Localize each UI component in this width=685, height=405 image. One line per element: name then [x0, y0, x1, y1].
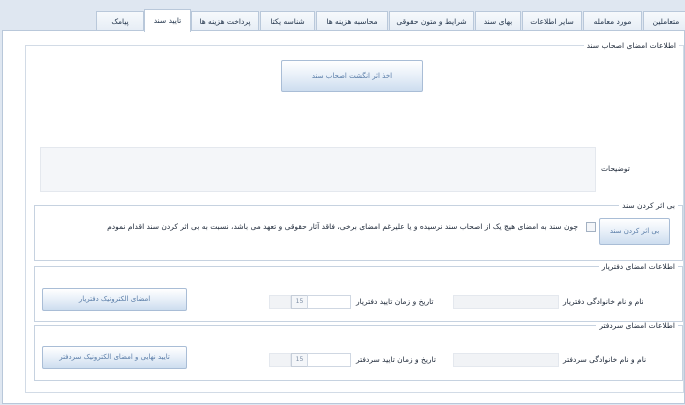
notary-final-sign-button[interactable]: تایید نهایی و امضای الکترونیک سردفتر — [42, 346, 187, 369]
notary-name-field — [453, 353, 559, 367]
tab-deed-approval[interactable]: تایید سند — [144, 9, 191, 32]
tab-other-info[interactable]: سایر اطلاعات — [522, 11, 582, 31]
notary-name-label: نام و نام خانوادگی سردفتر — [563, 355, 647, 364]
notary-calendar-icon[interactable]: 15 — [291, 353, 308, 367]
tab-transaction-subject[interactable]: مورد معامله — [583, 11, 642, 31]
notary-date-label: تاریخ و زمان تایید سردفتر — [356, 355, 436, 364]
registrar-date-label: تاریخ و زمان تایید دفتریار — [356, 297, 434, 306]
registrar-name-field — [453, 295, 559, 309]
notary-time-field[interactable] — [269, 353, 291, 367]
tab-cost-payment[interactable]: پرداخت هزینه ها — [191, 11, 259, 31]
registrar-time-field[interactable] — [269, 295, 291, 309]
tab-parties[interactable]: متعاملین — [643, 11, 685, 31]
tab-legal-terms[interactable]: شرایط و متون حقوقی — [389, 11, 474, 31]
registrar-date-field[interactable] — [307, 295, 351, 309]
registrar-calendar-icon[interactable]: 15 — [291, 295, 308, 309]
void-deed-legend: بی اثر کردن سند — [622, 201, 675, 210]
tab-deed-price[interactable]: بهای سند — [475, 11, 521, 31]
registrar-signature-legend: اطلاعات امضای دفتریار — [601, 262, 675, 271]
approval-panel: اطلاعات امضای اصحاب سند اخذ اثر انگشت اص… — [2, 30, 685, 404]
void-confirm-checkbox[interactable] — [586, 222, 596, 232]
notary-date-field[interactable] — [307, 353, 351, 367]
tab-sms[interactable]: پیامک — [96, 11, 144, 31]
parties-signature-legend: اطلاعات امضای اصحاب سند — [586, 41, 676, 50]
tab-unique-id[interactable]: شناسه یکتا — [260, 11, 315, 31]
registrar-e-sign-button[interactable]: امضای الکترونیک دفتریار — [42, 288, 187, 311]
notary-signature-legend: اطلاعات امضای سردفتر — [599, 321, 675, 330]
tab-bar: متعاملین مورد معامله سایر اطلاعات بهای س… — [0, 9, 685, 32]
description-label: توضیحات — [601, 164, 630, 173]
registrar-name-label: نام و نام خانوادگی دفتریار — [563, 297, 644, 306]
tab-cost-calculation[interactable]: محاسبه هزینه ها — [316, 11, 388, 31]
fingerprint-button[interactable]: اخذ اثر انگشت اصحاب سند — [281, 60, 423, 92]
void-confirm-label: چون سند به امضای هیچ یک از اصحاب سند نرس… — [107, 222, 578, 231]
description-field[interactable] — [40, 147, 596, 192]
void-deed-button[interactable]: بی اثر کردن سند — [599, 218, 670, 245]
